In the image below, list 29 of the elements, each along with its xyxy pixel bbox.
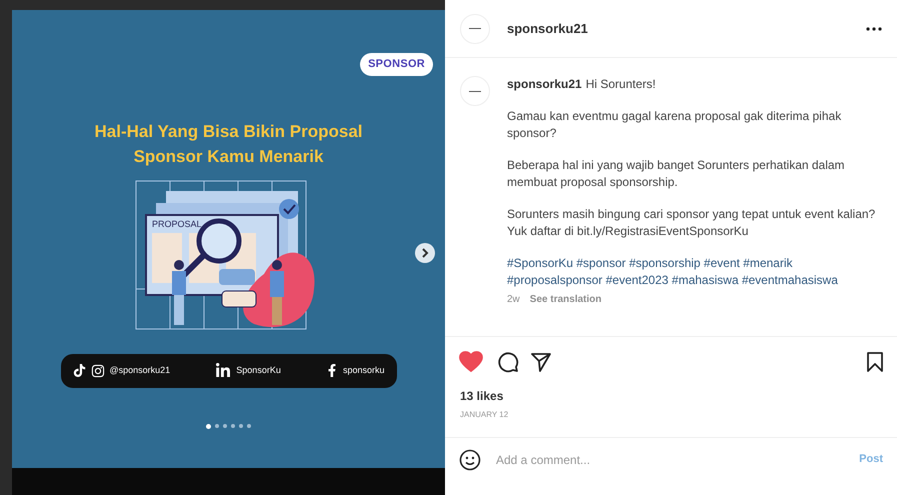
tiktok-icon [72, 364, 86, 377]
caption-paragraph: Sorunters masih bingung cari sponsor yang tepat untuk event kalian? Yuk daftar di bit.ly/RegistrasiEventSponsorKu [507, 206, 876, 240]
caption-paragraph: Gamau kan eventmu gagal karena proposal gak diterima pihak sponsor? [507, 108, 842, 142]
chevron-right-icon [421, 248, 429, 258]
comment-icon[interactable] [497, 351, 519, 373]
post-title: Hal-Hal Yang Bisa Bikin Proposal Sponsor Kamu Menarik [94, 120, 364, 168]
facebook-icon [326, 364, 338, 377]
caption-paragraph: Beberapa hal ini yang wajib banget Sorunters perhatikan dalam membuat proposal sponsorship. [507, 157, 846, 191]
social-handle: @sponsorku21 [110, 364, 170, 377]
next-slide-button[interactable] [415, 243, 435, 263]
emoji-icon[interactable] [459, 448, 481, 470]
heart-icon[interactable] [459, 351, 483, 373]
social-handle: sponsorku [342, 364, 384, 377]
bookmark-icon[interactable] [867, 352, 883, 372]
illustration-label: PROPOSAL [152, 218, 202, 228]
sponsorku-logo: SPONSOR [360, 53, 433, 76]
instagram-icon [90, 364, 104, 378]
linkedin-icon [215, 362, 232, 378]
social-handle: SponsorKu [236, 364, 281, 377]
comment-input[interactable]: Add a comment... [496, 450, 860, 468]
hashtags[interactable]: #SponsorKu #sponsor #sponsorship #event #menarik #proposalsponsor #event2023 #mahasiswa #eventmahasiswa [507, 255, 878, 289]
caption-greeting: Hi Sorunters! [586, 76, 656, 93]
more-options-icon[interactable] [866, 26, 882, 30]
post-date: JANUARY 12 [459, 409, 510, 421]
caption-username[interactable]: sponsorku21 [507, 76, 582, 93]
likes-count[interactable]: 13 likes [445, 387, 897, 405]
send-icon[interactable] [531, 352, 551, 372]
post-age: 2w [507, 293, 520, 307]
username-link[interactable]: sponsorku21 [507, 18, 588, 38]
